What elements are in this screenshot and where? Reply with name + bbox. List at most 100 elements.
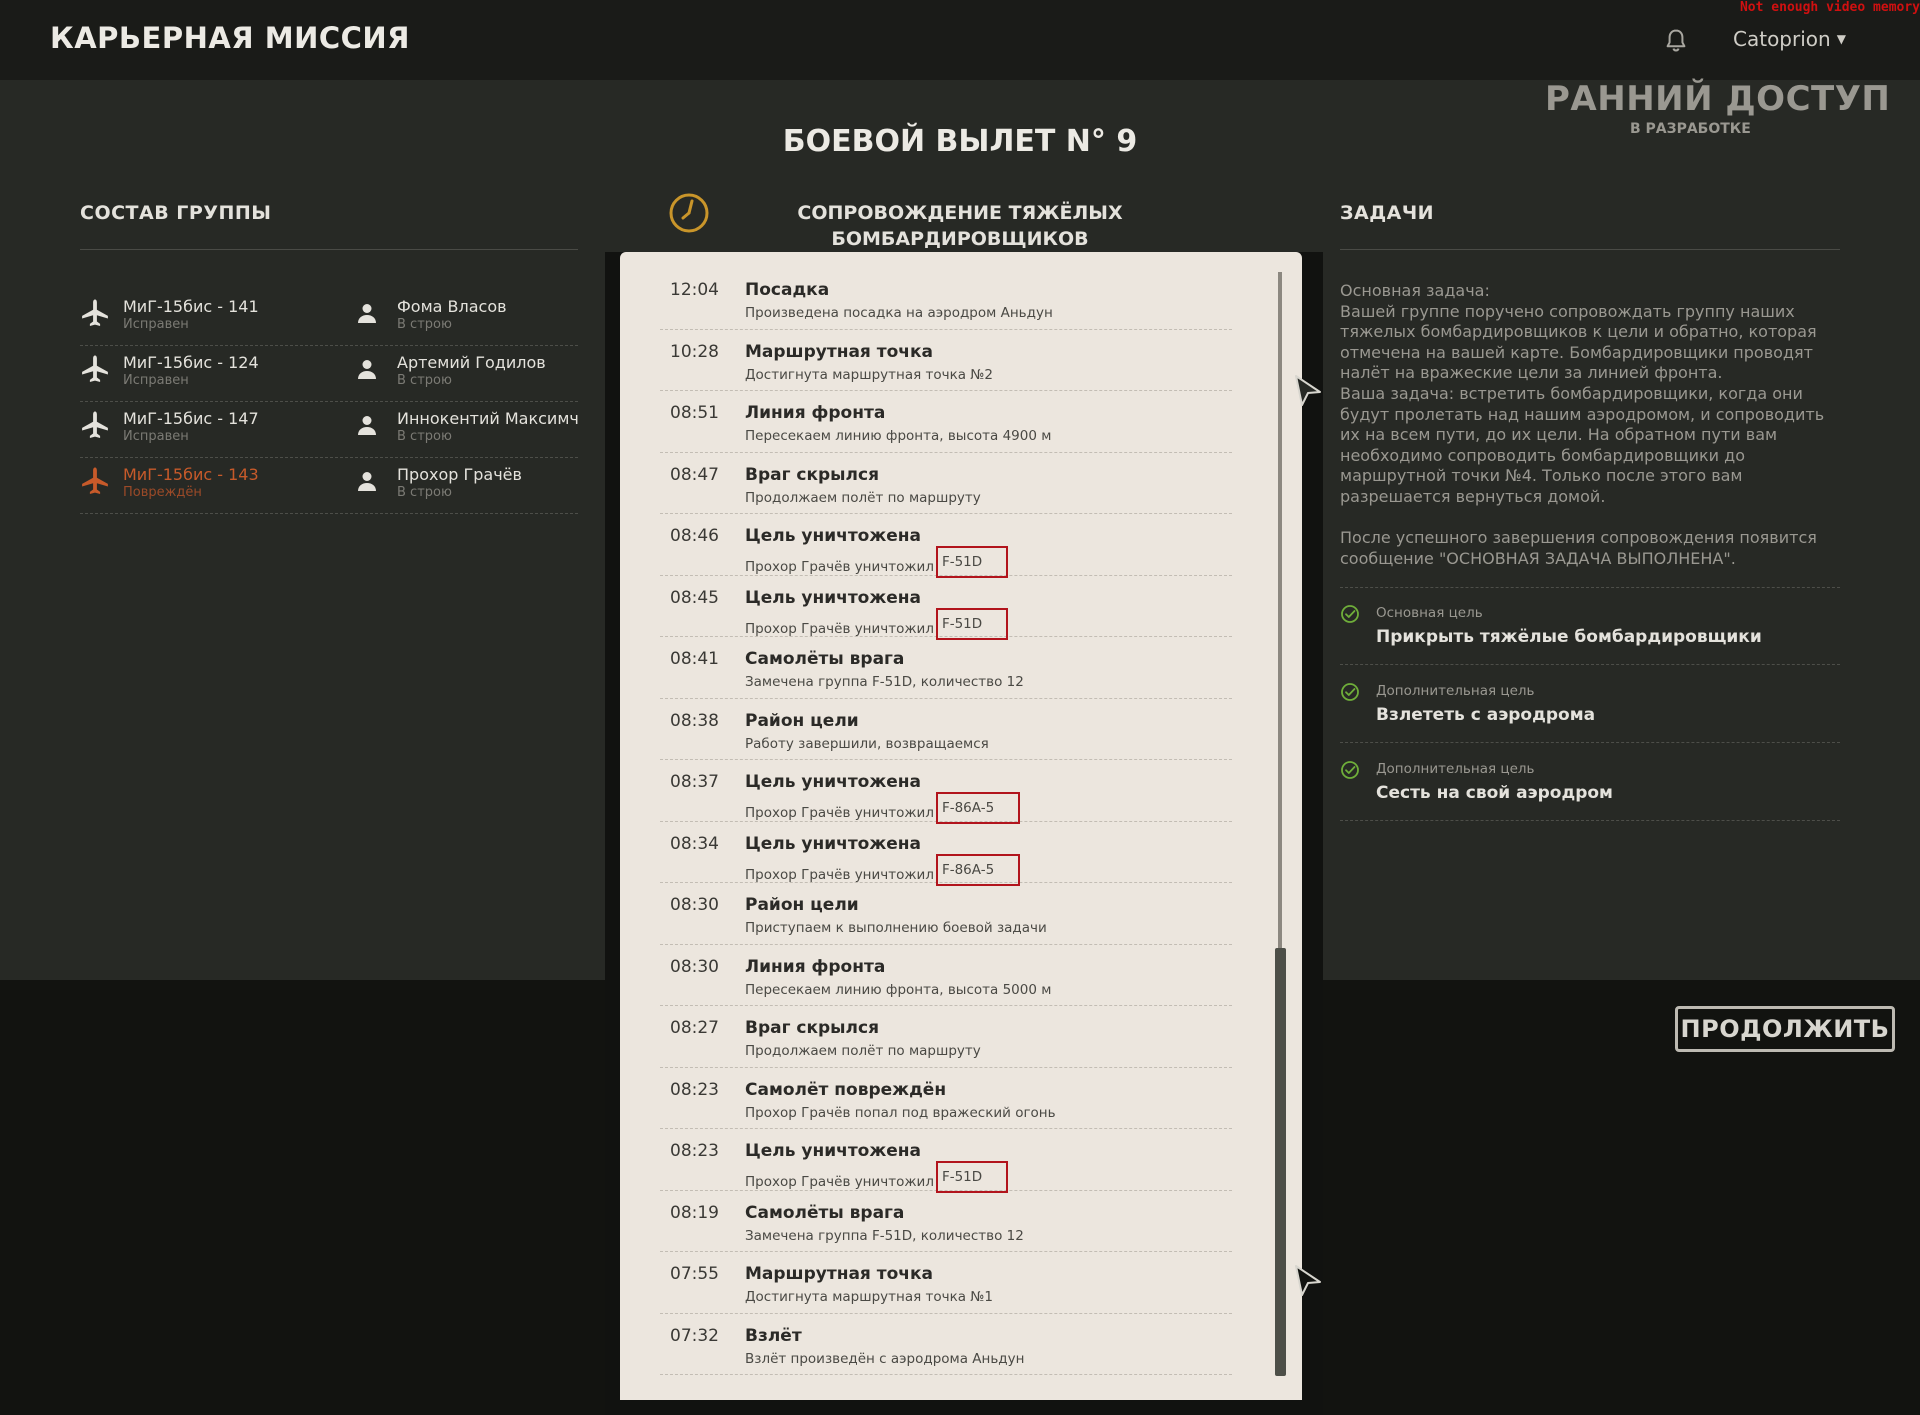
pilot-status: В строю [397, 429, 452, 444]
mission-name: СОПРОВОЖДЕНИЕ ТЯЖЁЛЫХ БОМБАРДИРОВЩИКОВ [797, 202, 1123, 250]
top-bar: КАРЬЕРНАЯ МИССИЯ Catoprion ▼ Not enough v… [0, 0, 1920, 80]
enemy-aircraft-highlight: F-86A-5 [935, 792, 1021, 824]
log-time: 10:28 [670, 341, 719, 362]
pilot-icon [356, 358, 378, 380]
log-title: Линия фронта [745, 403, 886, 423]
log-scrollbar-thumb[interactable] [1275, 948, 1286, 1376]
tasks-divider [1340, 249, 1840, 250]
user-name: Catoprion [1733, 27, 1831, 51]
log-description: Пересекаем линию фронта, высота 5000 м [745, 982, 1051, 998]
cursor-arrow-icon [1295, 1265, 1321, 1296]
tasks-description-line: маршрутной точки №4. Только после этого … [1340, 466, 1743, 486]
bell-icon[interactable] [1662, 27, 1690, 55]
early-access-title: РАННИЙ ДОСТУП [1545, 79, 1891, 119]
check-circle-icon [1340, 604, 1360, 624]
log-time: 08:38 [670, 710, 719, 731]
tasks-description-line [1340, 508, 1840, 529]
log-description: Работу завершили, возвращаемся [745, 736, 989, 752]
log-title: Цель уничтожена [745, 833, 922, 854]
enemy-aircraft-highlight: F-51D [935, 1161, 1009, 1193]
log-description-text: Достигнута маршрутная точка №2 [745, 366, 993, 383]
tasks-description-line: сообщение "ОСНОВНАЯ ЗАДАЧА ВЫПОЛНЕНА". [1340, 548, 1736, 568]
log-description: Замечена группа F-51D, количество 12 [745, 1228, 1024, 1244]
tasks-description: Основная задача: Вашей группе поручено со… [1340, 281, 1840, 569]
pilot-icon [356, 414, 378, 436]
aircraft-name: МиГ-15бис - 141 [123, 297, 259, 316]
app-title: КАРЬЕРНАЯ МИССИЯ [50, 21, 411, 55]
log-entry: 08:46 Цель уничтожена Прохор Грачёв уничто… [660, 514, 1232, 578]
log-description-text: Прохор Грачёв уничтожил [745, 866, 934, 883]
log-description-text: Прохор Грачёв уничтожил [745, 1174, 934, 1190]
log-description-text: Произведена посадка на аэродром Аньдун [745, 305, 1053, 321]
log-time: 12:04 [670, 280, 719, 300]
log-time: 08:27 [670, 1018, 719, 1038]
tasks-description-line: их на всем пути, до их цели. На обратном… [1340, 425, 1778, 445]
pilot-name: Артемий Годилов [397, 353, 546, 372]
log-description-text: Продолжаем полёт по маршруту [745, 489, 981, 506]
task-item: Дополнительная цель Взлететь с аэродрома [1340, 666, 1840, 743]
pilot-status: В строю [397, 373, 452, 388]
continue-button[interactable]: ПРОДОЛЖИТЬ [1675, 1006, 1895, 1052]
task-item: Основная цель Прикрыть тяжёлые бомбардиро… [1340, 588, 1840, 665]
log-title: Маршрутная точка [745, 341, 933, 362]
log-description: Достигнута маршрутная точка №2 [745, 367, 993, 383]
group-heading: СОСТАВ ГРУППЫ [80, 202, 272, 224]
log-title: Посадка [745, 280, 830, 300]
log-time: 08:30 [670, 956, 719, 977]
log-description-text: Пересекаем линию фронта, высота 5000 м [745, 981, 1052, 998]
task-item: Дополнительная цель Сесть на свой аэродро… [1340, 744, 1840, 821]
log-description: Пересекаем линию фронта, высота 4900 м [745, 428, 1051, 444]
pilot-status: В строю [397, 317, 452, 332]
log-title: Маршрутная точка [745, 1264, 933, 1284]
aircraft-name: МиГ-15бис - 147 [123, 409, 259, 428]
log-title: Враг скрылся [745, 1018, 879, 1038]
log-description-text: Приступаем к выполнению боевой задачи [745, 920, 1047, 936]
airplane-icon [80, 298, 110, 328]
tasks-description-line: Ваша задача: встретить бомбардировщики, … [1340, 383, 1803, 403]
log-time: 08:23 [670, 1079, 719, 1100]
aircraft-status: Исправен [123, 429, 189, 444]
log-description-text: Прохор Грачёв уничтожил [745, 620, 934, 637]
log-description: Приступаем к выполнению боевой задачи [745, 920, 1047, 936]
check-circle-icon [1340, 682, 1360, 702]
log-entry: 08:27 Враг скрылся Продолжаем полёт по мар… [660, 1006, 1232, 1068]
task-goal: Взлететь с аэродрома [1376, 705, 1596, 725]
log-entry: 07:55 Маршрутная точка Достигнута маршрутн… [660, 1252, 1232, 1314]
aircraft-status: Исправен [123, 373, 189, 388]
task-kind: Основная цель [1376, 605, 1483, 621]
log-entry: 08:23 Цель уничтожена Прохор Грачёв уничто… [660, 1129, 1232, 1193]
log-description-text: Прохор Грачёв уничтожил [745, 805, 934, 821]
airplane-icon [80, 410, 110, 440]
clock-icon [669, 193, 709, 233]
log-time: 08:41 [670, 649, 719, 669]
group-row[interactable]: МиГ-15бис - 141 Исправен Фома Власов В стро… [80, 290, 578, 346]
group-row[interactable]: МиГ-15бис - 143 Повреждён Прохор Грачёв В с… [80, 458, 578, 514]
pilot-name: Прохор Грачёв [397, 465, 522, 484]
tasks-description-line: Вашей группе поручено сопровождать групп… [1340, 301, 1795, 321]
tasks-description-line: отмечена на вашей карте. Бомбардировщики… [1340, 342, 1813, 362]
log-description-text: Достигнута маршрутная точка №1 [745, 1289, 993, 1305]
log-title: Самолёт повреждён [745, 1079, 947, 1100]
enemy-aircraft-highlight: F-86A-5 [935, 853, 1021, 886]
task-goal: Сесть на свой аэродром [1376, 783, 1613, 803]
tasks-description-line: После успешного завершения сопровождения… [1340, 528, 1817, 548]
log-time: 08:47 [670, 464, 719, 485]
log-description-text: Замечена группа F-51D, количество 12 [745, 674, 1024, 690]
log-description-text: Пересекаем линию фронта, высота 4900 м [745, 428, 1052, 444]
user-menu[interactable]: Catoprion ▼ [1733, 27, 1846, 51]
log-description-text: Прохор Грачёв уничтожил [745, 559, 934, 575]
tasks-heading: ЗАДАЧИ [1340, 202, 1435, 224]
log-time: 08:45 [670, 587, 719, 608]
log-title: Цель уничтожена [745, 1141, 922, 1161]
log-description: Продолжаем полёт по маршруту [745, 1043, 981, 1059]
log-title: Цель уничтожена [745, 772, 922, 792]
group-row[interactable]: МиГ-15бис - 124 Исправен Артемий Годилов В … [80, 346, 578, 402]
log-entry: 08:34 Цель уничтожена Прохор Грачёв уничто… [660, 822, 1232, 886]
tasks-description-line: Основная задача: [1340, 281, 1490, 300]
log-title: Самолёты врага [745, 649, 905, 669]
log-description: Продолжаем полёт по маршруту [745, 490, 981, 506]
log-description: Достигнута маршрутная точка №1 [745, 1289, 993, 1305]
pilot-name: Фома Власов [397, 297, 507, 316]
task-kind: Дополнительная цель [1376, 683, 1535, 699]
group-row[interactable]: МиГ-15бис - 147 Исправен Иннокентий Максим… [80, 402, 578, 458]
